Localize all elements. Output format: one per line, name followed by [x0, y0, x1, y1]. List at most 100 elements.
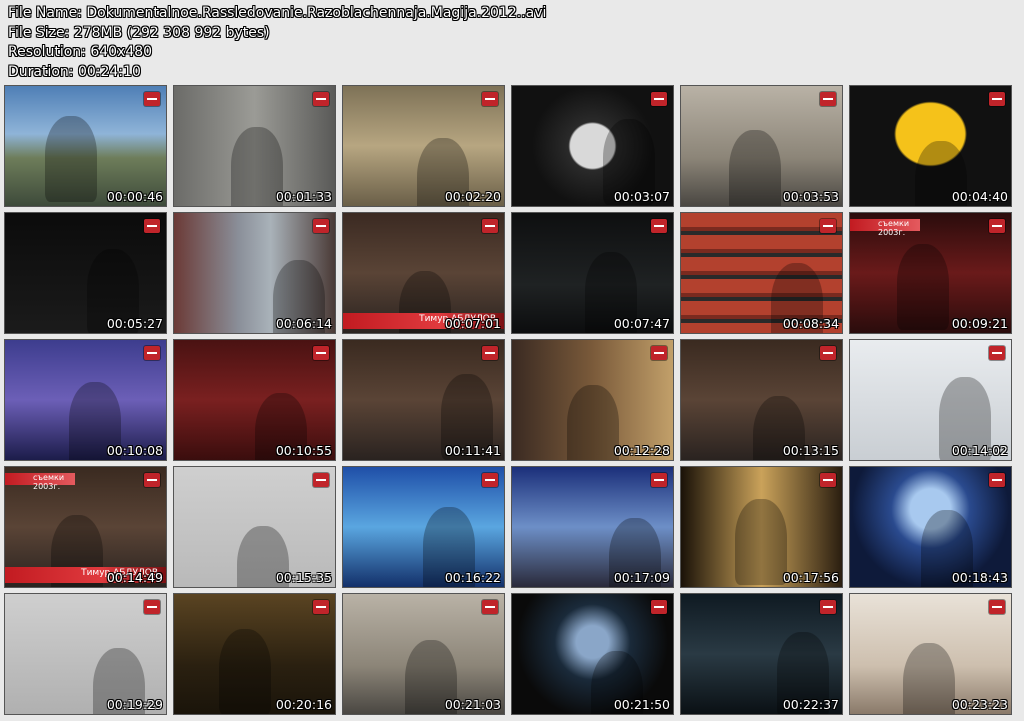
video-thumbnail[interactable]: 00:08:34	[680, 212, 843, 334]
channel-logo-icon	[989, 600, 1005, 614]
timestamp-label: 00:07:01	[444, 316, 501, 331]
channel-logo-icon	[820, 219, 836, 233]
channel-logo-icon	[313, 219, 329, 233]
channel-logo-icon	[144, 346, 160, 360]
timestamp-label: 00:16:22	[444, 570, 501, 585]
timestamp-label: 00:14:02	[951, 443, 1008, 458]
video-thumbnail[interactable]: 00:02:20	[342, 85, 505, 207]
timestamp-label: 00:23:23	[951, 697, 1008, 712]
video-thumbnail[interactable]: 00:10:55	[173, 339, 336, 461]
video-thumbnail[interactable]: 00:05:27	[4, 212, 167, 334]
channel-logo-icon	[651, 346, 667, 360]
video-thumbnail[interactable]: 00:14:02	[849, 339, 1012, 461]
video-thumbnail[interactable]: 00:03:53	[680, 85, 843, 207]
video-thumbnail[interactable]: съемки 2003г. Тимур АБДУЛОВ 00:14:49	[4, 466, 167, 588]
video-thumbnail[interactable]: 00:16:22	[342, 466, 505, 588]
timestamp-label: 00:02:20	[444, 189, 501, 204]
channel-logo-icon	[820, 92, 836, 106]
archive-tag: съемки 2003г.	[5, 473, 75, 491]
archive-tag-text: съемки 2003г.	[33, 473, 65, 491]
thumbnail-grid: 00:00:46 00:01:33 00:02:20 00:03:07 00:03:53…	[4, 85, 1012, 715]
channel-logo-icon	[820, 600, 836, 614]
file-info-header: File Name: Dokumentalnoe.Rassledovanie.R…	[8, 4, 546, 82]
channel-logo-icon	[651, 473, 667, 487]
timestamp-label: 00:11:41	[444, 443, 501, 458]
channel-logo-icon	[482, 219, 498, 233]
timestamp-label: 00:15:35	[275, 570, 332, 585]
timestamp-label: 00:08:34	[782, 316, 839, 331]
video-thumbnail[interactable]: 00:17:56	[680, 466, 843, 588]
file-size-text: File Size: 278MB (292 308 992 bytes)	[8, 24, 270, 41]
video-thumbnail[interactable]: 00:07:47	[511, 212, 674, 334]
video-thumbnail[interactable]: 00:18:43	[849, 466, 1012, 588]
scene-figure	[897, 244, 949, 330]
video-thumbnail[interactable]: 00:21:50	[511, 593, 674, 715]
timestamp-label: 00:22:37	[782, 697, 839, 712]
channel-logo-icon	[144, 92, 160, 106]
channel-logo-icon	[313, 346, 329, 360]
video-thumbnail[interactable]: 00:00:46	[4, 85, 167, 207]
timestamp-label: 00:01:33	[275, 189, 332, 204]
video-thumbnail[interactable]: съемки 2003г. 00:09:21	[849, 212, 1012, 334]
timestamp-label: 00:03:07	[613, 189, 670, 204]
channel-logo-icon	[482, 600, 498, 614]
video-thumbnail[interactable]: 00:17:09	[511, 466, 674, 588]
timestamp-label: 00:09:21	[951, 316, 1008, 331]
channel-logo-icon	[313, 92, 329, 106]
scene-figure	[729, 130, 781, 206]
video-thumbnail[interactable]: 00:11:41	[342, 339, 505, 461]
channel-logo-icon	[482, 92, 498, 106]
channel-logo-icon	[144, 473, 160, 487]
video-thumbnail[interactable]: Тимур АБДУЛОВ 00:07:01	[342, 212, 505, 334]
archive-tag: съемки 2003г.	[850, 219, 920, 237]
timestamp-label: 00:00:46	[106, 189, 163, 204]
video-thumbnail[interactable]: 00:03:07	[511, 85, 674, 207]
channel-logo-icon	[651, 219, 667, 233]
timestamp-label: 00:03:53	[782, 189, 839, 204]
channel-logo-icon	[482, 473, 498, 487]
scene-figure	[903, 643, 955, 714]
channel-logo-icon	[989, 473, 1005, 487]
channel-logo-icon	[313, 473, 329, 487]
file-name-text: File Name: Dokumentalnoe.Rassledovanie.R…	[8, 5, 547, 21]
timestamp-label: 00:20:16	[275, 697, 332, 712]
timestamp-label: 00:19:29	[106, 697, 163, 712]
video-thumbnail[interactable]: 00:20:16	[173, 593, 336, 715]
video-thumbnail[interactable]: 00:22:37	[680, 593, 843, 715]
video-thumbnail[interactable]: 00:15:35	[173, 466, 336, 588]
timestamp-label: 00:17:09	[613, 570, 670, 585]
video-thumbnail[interactable]: 00:04:40	[849, 85, 1012, 207]
timestamp-label: 00:21:03	[444, 697, 501, 712]
channel-logo-icon	[482, 346, 498, 360]
scene-figure	[219, 629, 271, 714]
timestamp-label: 00:12:28	[613, 443, 670, 458]
resolution-text: Resolution: 640x480	[8, 44, 153, 60]
video-thumbnail[interactable]: 00:19:29	[4, 593, 167, 715]
channel-logo-icon	[144, 600, 160, 614]
channel-logo-icon	[989, 346, 1005, 360]
scene-figure	[45, 116, 97, 202]
archive-tag-text: съемки 2003г.	[878, 219, 910, 237]
scene-figure	[567, 385, 619, 460]
timestamp-label: 00:05:27	[106, 316, 163, 331]
timestamp-label: 00:13:15	[782, 443, 839, 458]
timestamp-label: 00:10:55	[275, 443, 332, 458]
video-thumbnail[interactable]: 00:21:03	[342, 593, 505, 715]
timestamp-label: 00:14:49	[106, 570, 163, 585]
timestamp-label: 00:17:56	[782, 570, 839, 585]
timestamp-label: 00:06:14	[275, 316, 332, 331]
timestamp-label: 00:21:50	[613, 697, 670, 712]
timestamp-label: 00:10:08	[106, 443, 163, 458]
channel-logo-icon	[144, 219, 160, 233]
video-thumbnail[interactable]: 00:01:33	[173, 85, 336, 207]
video-thumbnail[interactable]: 00:13:15	[680, 339, 843, 461]
video-thumbnail[interactable]: 00:23:23	[849, 593, 1012, 715]
video-thumbnail[interactable]: 00:06:14	[173, 212, 336, 334]
timestamp-label: 00:18:43	[951, 570, 1008, 585]
video-thumbnail[interactable]: 00:10:08	[4, 339, 167, 461]
video-thumbnail[interactable]: 00:12:28	[511, 339, 674, 461]
channel-logo-icon	[820, 346, 836, 360]
channel-logo-icon	[313, 600, 329, 614]
duration-text: Duration: 00:24:10	[8, 63, 141, 80]
channel-logo-icon	[820, 473, 836, 487]
